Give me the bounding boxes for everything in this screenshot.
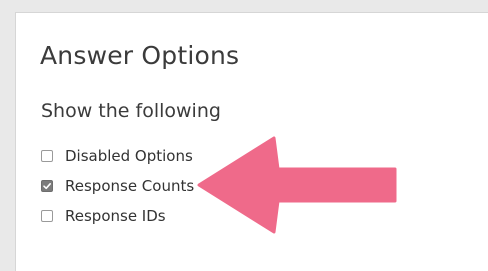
option-disabled-options[interactable]: Disabled Options: [41, 146, 193, 166]
response-counts-checkbox[interactable]: [41, 180, 53, 192]
option-label: Response IDs: [65, 207, 166, 225]
section-subtitle: Show the following: [41, 100, 221, 122]
option-label: Response Counts: [65, 177, 195, 195]
option-response-ids[interactable]: Response IDs: [41, 206, 166, 226]
option-label: Disabled Options: [65, 147, 193, 165]
panel-title: Answer Options: [40, 41, 240, 70]
response-ids-checkbox[interactable]: [41, 210, 53, 222]
option-response-counts[interactable]: Response Counts: [41, 176, 194, 196]
disabled-options-checkbox[interactable]: [41, 150, 53, 162]
arrow-left-icon: [197, 136, 397, 234]
checkmark-icon: [43, 183, 51, 190]
